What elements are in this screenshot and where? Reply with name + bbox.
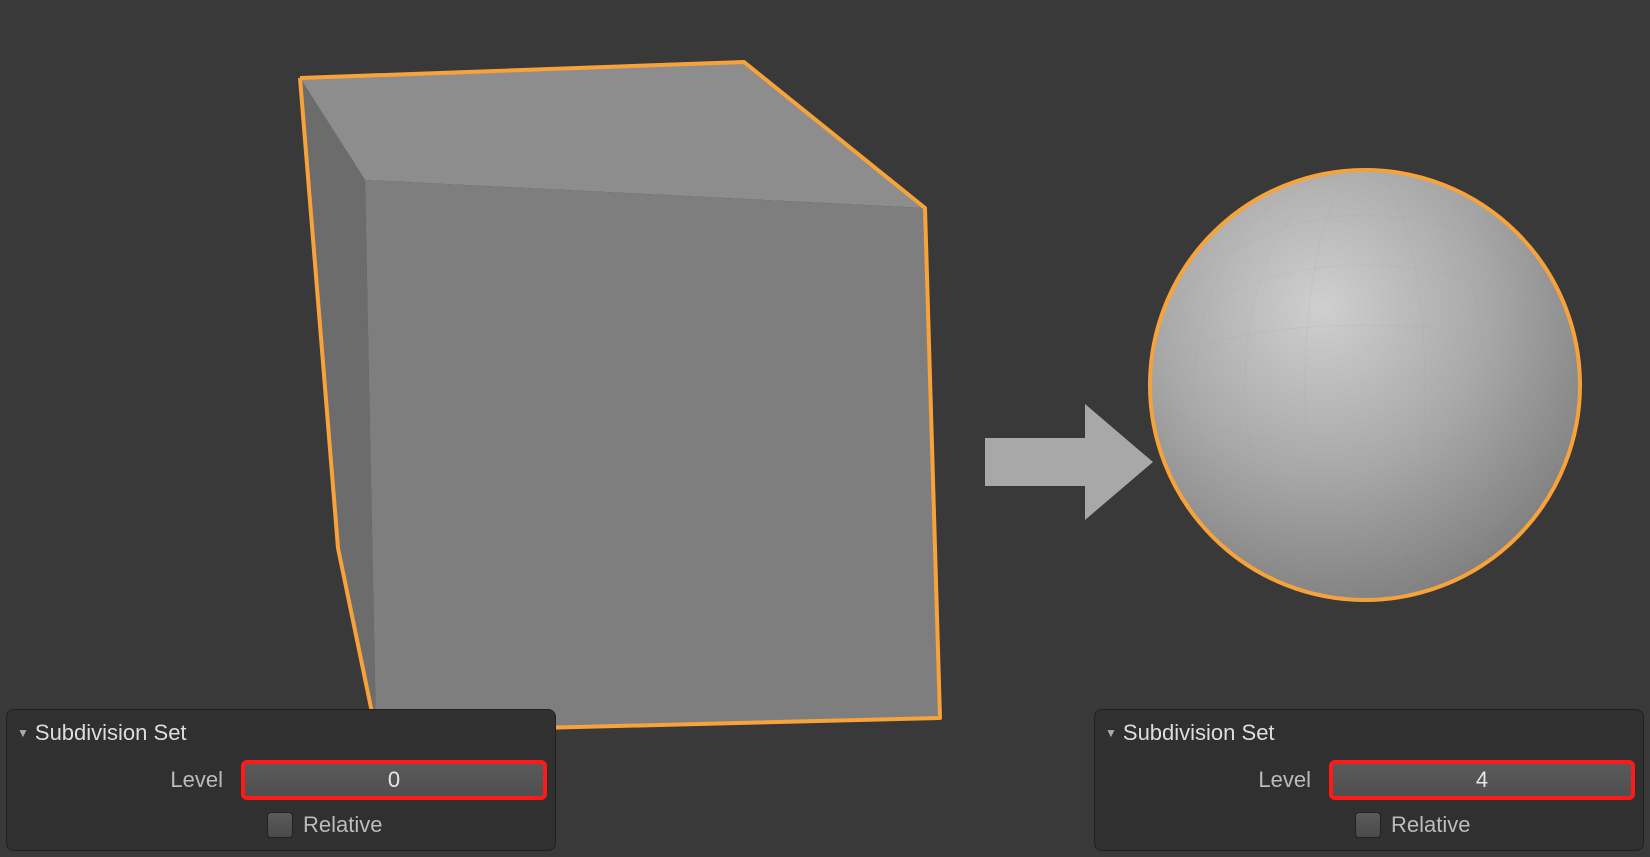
disclosure-triangle-icon[interactable]: ▼ bbox=[17, 726, 29, 740]
relative-checkbox[interactable] bbox=[1355, 812, 1381, 838]
panel-header[interactable]: ▼ Subdivision Set bbox=[1105, 716, 1633, 756]
operator-panel-right[interactable]: ▼ Subdivision Set Level 4 Relative bbox=[1094, 709, 1644, 851]
viewport-3d[interactable]: ▼ Subdivision Set Level 0 Relative ▼ Sub… bbox=[0, 0, 1650, 857]
level-row: Level 0 bbox=[17, 762, 545, 798]
panel-title: Subdivision Set bbox=[1123, 720, 1275, 746]
relative-label: Relative bbox=[1391, 812, 1470, 838]
level-label: Level bbox=[1105, 767, 1331, 793]
level-label: Level bbox=[17, 767, 243, 793]
arrow-icon bbox=[985, 404, 1153, 520]
panel-header[interactable]: ▼ Subdivision Set bbox=[17, 716, 545, 756]
panel-title: Subdivision Set bbox=[35, 720, 187, 746]
relative-checkbox[interactable] bbox=[267, 812, 293, 838]
level-input[interactable]: 0 bbox=[243, 762, 545, 798]
relative-label: Relative bbox=[303, 812, 382, 838]
relative-row: Relative bbox=[267, 812, 545, 838]
operator-panel-left[interactable]: ▼ Subdivision Set Level 0 Relative bbox=[6, 709, 556, 851]
level-row: Level 4 bbox=[1105, 762, 1633, 798]
disclosure-triangle-icon[interactable]: ▼ bbox=[1105, 726, 1117, 740]
sphere-object[interactable] bbox=[1150, 170, 1580, 600]
level-input[interactable]: 4 bbox=[1331, 762, 1633, 798]
cube-object[interactable] bbox=[300, 62, 940, 732]
relative-row: Relative bbox=[1355, 812, 1633, 838]
